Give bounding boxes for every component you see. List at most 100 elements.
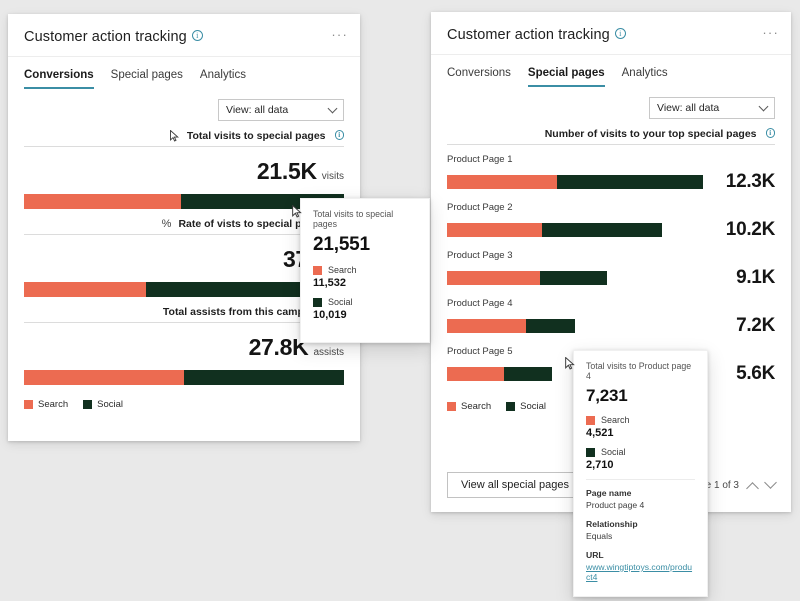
tab-special-pages[interactable]: Special pages xyxy=(528,67,605,87)
special-pages-list: Product Page 1 12.3KProduct Page 210.2K Pr… xyxy=(431,145,791,385)
tooltip-field-relationship: Relationship Equals xyxy=(586,519,695,541)
tab-conversions[interactable]: Conversions xyxy=(24,69,94,89)
bar-segment-search xyxy=(24,194,181,209)
bar-segment-social xyxy=(542,223,662,237)
bar-segment-search xyxy=(447,271,540,285)
legend-label: Search xyxy=(461,401,491,412)
stacked-bar-5[interactable] xyxy=(447,367,552,381)
view-all-special-pages-button[interactable]: View all special pages xyxy=(447,472,583,498)
special-page-value: 9.1K xyxy=(736,267,775,289)
tooltip-field-key: Relationship xyxy=(586,519,695,529)
special-page-row: Product Page 210.2K xyxy=(431,193,791,241)
bar-segment-search xyxy=(447,175,557,189)
stacked-bar-4[interactable] xyxy=(447,319,575,333)
legend-item-search[interactable]: Search xyxy=(447,401,491,412)
tab-conversions[interactable]: Conversions xyxy=(447,67,511,87)
metric-unit: visits xyxy=(322,171,344,182)
section-title: Number of visits to your top special pag… xyxy=(545,128,757,140)
stacked-bar-2[interactable] xyxy=(447,223,662,237)
section-title: Total visits to special pages xyxy=(187,130,326,142)
tooltip-item-value: 11,532 xyxy=(313,277,417,289)
special-page-value: 5.6K xyxy=(736,363,775,385)
tooltip-item-label: Social xyxy=(328,297,353,307)
tab-analytics[interactable]: Analytics xyxy=(200,69,246,89)
divider xyxy=(586,479,695,480)
tooltip-swatch-social xyxy=(586,448,595,457)
tab-list: Conversions Special pages Analytics xyxy=(431,55,791,87)
legend-label: Social xyxy=(520,401,546,412)
mouse-cursor-icon xyxy=(170,130,179,142)
special-page-body: 12.3K xyxy=(447,171,775,193)
chevron-down-icon xyxy=(328,103,338,113)
legend-item-social[interactable]: Social xyxy=(83,399,123,410)
tab-special-pages[interactable]: Special pages xyxy=(111,69,183,89)
chevron-down-icon xyxy=(759,101,769,111)
tooltip-total-visits: Total visits to special pages 21,551 Sea… xyxy=(300,198,430,343)
view-select[interactable]: View: all data xyxy=(218,99,344,121)
page-title: Customer action tracking xyxy=(447,27,610,43)
stacked-bar-total-assists[interactable] xyxy=(24,370,344,385)
card-header: Customer action tracking i ··· xyxy=(8,14,360,57)
info-circle-icon[interactable]: i xyxy=(615,28,626,39)
tooltip-title: Total visits to special pages xyxy=(313,209,417,229)
bar-segment-search xyxy=(447,367,504,381)
tooltip-field-key: Page name xyxy=(586,488,695,498)
legend-label: Search xyxy=(38,399,68,410)
legend-swatch-social xyxy=(506,402,515,411)
tooltip-item-label: Social xyxy=(601,447,626,457)
legend-item-social[interactable]: Social xyxy=(506,401,546,412)
bar-segment-search xyxy=(24,282,146,297)
special-page-value: 10.2K xyxy=(726,219,775,241)
tooltip-swatch-search xyxy=(586,416,595,425)
metric-unit: assists xyxy=(313,347,344,358)
tooltip-item-social: Social 2,710 xyxy=(586,447,695,471)
tooltip-swatch-search xyxy=(313,266,322,275)
tooltip-total-value: 7,231 xyxy=(586,386,695,406)
tooltip-item-value: 4,521 xyxy=(586,427,695,439)
tooltip-swatch-social xyxy=(313,298,322,307)
bar-segment-search xyxy=(447,319,526,333)
special-page-name: Product Page 1 xyxy=(447,154,775,165)
tooltip-total-value: 21,551 xyxy=(313,234,417,256)
tooltip-product-page-4: Total visits to Product page 4 7,231 Sea… xyxy=(573,350,708,597)
special-page-name: Product Page 4 xyxy=(447,298,775,309)
tooltip-url-link[interactable]: www.wingtiptoys.com/product4 xyxy=(586,562,695,582)
legend-item-search[interactable]: Search xyxy=(24,399,68,410)
mouse-cursor-icon xyxy=(292,205,302,223)
tooltip-item-search: Search 4,521 xyxy=(586,415,695,439)
bar-segment-social xyxy=(184,370,344,385)
bar-segment-social xyxy=(557,175,703,189)
chevron-up-icon[interactable] xyxy=(746,482,759,495)
overflow-menu-button[interactable]: ··· xyxy=(331,30,348,40)
tooltip-title: Total visits to Product page 4 xyxy=(586,361,695,381)
legend: Search Social xyxy=(8,385,360,410)
view-select[interactable]: View: all data xyxy=(649,97,775,119)
page-title: Customer action tracking xyxy=(24,29,187,45)
tooltip-field-key: URL xyxy=(586,550,695,560)
stacked-bar-1[interactable] xyxy=(447,175,703,189)
tooltip-item-value: 2,710 xyxy=(586,459,695,471)
overflow-menu-button[interactable]: ··· xyxy=(762,28,779,38)
stacked-bar-3[interactable] xyxy=(447,271,607,285)
special-page-body: 10.2K xyxy=(447,219,775,241)
info-circle-icon[interactable]: i xyxy=(335,130,345,140)
view-select-row: View: all data xyxy=(431,87,791,119)
special-page-body: 7.2K xyxy=(447,315,775,337)
card-header: Customer action tracking i ··· xyxy=(431,12,791,55)
bar-segment-search xyxy=(447,223,542,237)
metric-total-visits: 21.5K visits xyxy=(8,147,360,185)
info-circle-icon[interactable]: i xyxy=(192,30,203,41)
info-circle-icon[interactable]: i xyxy=(766,128,776,138)
tooltip-item-search: Search 11,532 xyxy=(313,265,417,289)
percent-icon: % xyxy=(162,218,172,230)
legend-swatch-social xyxy=(83,400,92,409)
chevron-down-icon[interactable] xyxy=(764,476,777,489)
legend-swatch-search xyxy=(24,400,33,409)
tooltip-item-value: 10,019 xyxy=(313,309,417,321)
special-page-name: Product Page 3 xyxy=(447,250,775,261)
stacked-bar-rate-of-visits[interactable] xyxy=(24,282,344,297)
metric-value: 21.5K xyxy=(257,158,317,185)
view-select-row: View: all data xyxy=(8,89,360,121)
tab-analytics[interactable]: Analytics xyxy=(622,67,668,87)
screenshot-root: Customer action tracking i ··· Conversion… xyxy=(0,0,800,601)
